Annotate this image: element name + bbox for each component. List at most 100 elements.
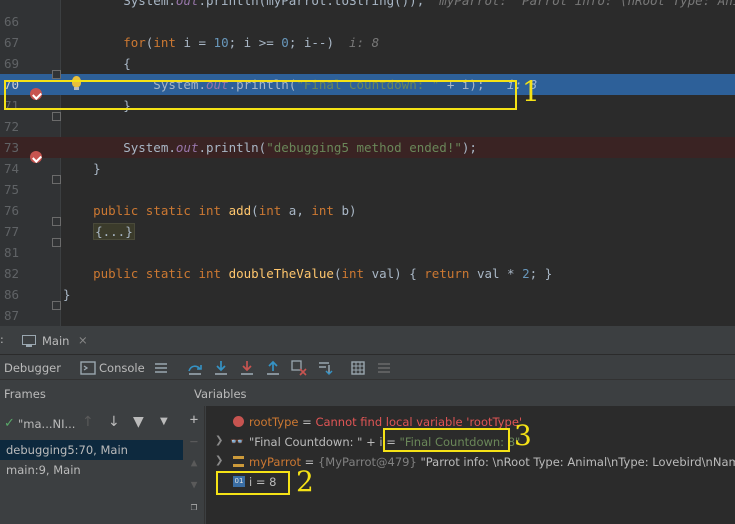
move-up-icon[interactable]: ▲ <box>183 456 205 476</box>
arrow-down-icon[interactable]: ↓ <box>108 414 120 430</box>
frame-item[interactable]: debugging5:70, Main <box>0 440 183 460</box>
code-line[interactable]: System.out.println(myParrot.toString());… <box>0 0 735 11</box>
code-token: int <box>258 203 289 218</box>
code-line[interactable]: 82 public static int doubleTheValue(int … <box>0 263 735 284</box>
line-number[interactable]: 76 <box>4 203 24 218</box>
code-token: int <box>341 266 372 281</box>
line-number[interactable]: 69 <box>4 56 24 71</box>
code-text: public static int add(int a, int b) <box>63 203 356 218</box>
line-number[interactable]: 77 <box>4 224 24 239</box>
code-text: for(int i = 10; i >= 0; i--) i: 8 <box>63 35 379 50</box>
variables-label: Variables <box>194 387 247 401</box>
line-number[interactable]: 86 <box>4 287 24 302</box>
filter-icon[interactable]: ▼ <box>133 414 144 430</box>
code-token: ( <box>251 203 259 218</box>
code-line[interactable]: 77 {...} <box>0 221 735 242</box>
duplicate-icon[interactable]: ❐ <box>183 500 205 520</box>
code-token: add <box>228 203 252 218</box>
code-line[interactable]: 69 { <box>0 53 735 74</box>
expand-arrow-icon[interactable]: ❯ <box>215 435 223 446</box>
variable-name: myParrot <box>249 455 302 469</box>
line-number[interactable]: 66 <box>4 14 24 29</box>
code-editor[interactable]: System.out.println(myParrot.toString());… <box>0 0 735 326</box>
line-number[interactable]: 73 <box>4 140 24 155</box>
fold-marker-icon[interactable] <box>52 238 61 247</box>
annotation-box-2 <box>216 471 290 495</box>
show-execution-point-icon[interactable] <box>187 360 203 376</box>
code-token: 2 <box>522 266 530 281</box>
code-line[interactable]: 76 public static int add(int a, int b) <box>0 200 735 221</box>
code-token: val) { <box>371 266 425 281</box>
code-line[interactable]: 67 for(int i = 10; i >= 0; i--) i: 8 <box>0 32 735 53</box>
annotation-number-3: 3 <box>514 419 532 452</box>
code-line[interactable]: 66 <box>0 11 735 32</box>
fold-marker-icon[interactable] <box>52 301 61 310</box>
drop-frame-icon[interactable] <box>291 360 307 376</box>
code-token: ); <box>461 140 477 155</box>
annotation-number-1: 1 <box>522 75 540 108</box>
code-token: public static int <box>93 266 229 281</box>
arrow-up-icon[interactable]: ↑ <box>82 414 94 430</box>
step-out-icon[interactable] <box>265 360 281 376</box>
code-line[interactable]: 87 <box>0 305 735 326</box>
fold-marker-icon[interactable] <box>52 70 61 79</box>
evaluate-expression-icon[interactable] <box>350 360 366 376</box>
code-token: int <box>311 203 342 218</box>
thread-name[interactable]: "ma...NI... <box>18 417 75 431</box>
line-number[interactable]: 87 <box>4 308 24 323</box>
expand-arrow-icon[interactable]: ❯ <box>215 455 223 466</box>
line-number[interactable]: 82 <box>4 266 24 281</box>
line-number[interactable]: 74 <box>4 161 24 176</box>
code-text: System.out.println(myParrot.toString());… <box>63 0 735 8</box>
close-icon[interactable]: × <box>78 333 88 347</box>
code-line[interactable]: 75 <box>0 179 735 200</box>
annotation-box-1 <box>4 80 517 110</box>
code-token: System. <box>63 140 176 155</box>
annotation-box-3 <box>383 428 510 452</box>
code-text: } <box>63 161 101 176</box>
menu-icon[interactable] <box>153 360 169 376</box>
line-number[interactable]: 67 <box>4 35 24 50</box>
tab-debugger[interactable]: Debugger <box>4 361 61 375</box>
breakpoint-icon[interactable] <box>30 151 42 163</box>
code-token: 0 <box>281 35 289 50</box>
trace-icon[interactable] <box>376 360 392 376</box>
code-token: out <box>175 0 199 8</box>
chevron-down-icon[interactable]: ▼ <box>160 416 168 427</box>
code-token: doubleTheValue <box>228 266 334 281</box>
run-to-cursor-icon[interactable] <box>317 360 333 376</box>
code-line[interactable]: 86} <box>0 284 735 305</box>
code-token: "debugging5 method ended!" <box>266 140 462 155</box>
code-token: for <box>123 35 146 50</box>
code-line[interactable]: 81 <box>0 242 735 263</box>
variable-ref: {MyParrot@479} <box>317 455 417 469</box>
frame-item[interactable]: main:9, Main <box>0 460 183 480</box>
code-token: {...} <box>93 223 135 240</box>
fold-marker-icon[interactable] <box>52 217 61 226</box>
step-over-icon[interactable] <box>213 360 229 376</box>
debug-tab-bar: : Main × <box>0 326 735 355</box>
move-down-icon[interactable]: ▼ <box>183 478 205 498</box>
line-number[interactable]: 81 <box>4 245 24 260</box>
code-text: System.out.println("debugging5 method en… <box>63 140 477 155</box>
code-line[interactable]: 72 <box>0 116 735 137</box>
code-line[interactable]: 73 System.out.println("debugging5 method… <box>0 137 735 158</box>
frame-label: main:9, Main <box>6 463 81 477</box>
line-number[interactable]: 75 <box>4 182 24 197</box>
variable-row[interactable]: ❯ myParrot = {MyParrot@479} "Parrot info… <box>206 452 735 472</box>
tab-console[interactable]: Console <box>99 361 145 375</box>
thread-selector[interactable]: ✓ "ma...NI... ↑ ↓ ▼ ▼ <box>0 412 183 436</box>
step-into-icon[interactable] <box>239 360 255 376</box>
remove-watch-icon[interactable]: − <box>183 434 205 454</box>
code-token: } <box>63 161 101 176</box>
add-watch-icon[interactable]: + <box>183 412 205 432</box>
code-line[interactable]: 74 } <box>0 158 735 179</box>
fold-marker-icon[interactable] <box>52 112 61 121</box>
code-token: } <box>63 287 71 302</box>
fold-marker-icon[interactable] <box>52 175 61 184</box>
code-token: int <box>153 35 184 50</box>
tab-bar-prefix: : <box>0 333 4 346</box>
line-number[interactable]: 72 <box>4 119 24 134</box>
